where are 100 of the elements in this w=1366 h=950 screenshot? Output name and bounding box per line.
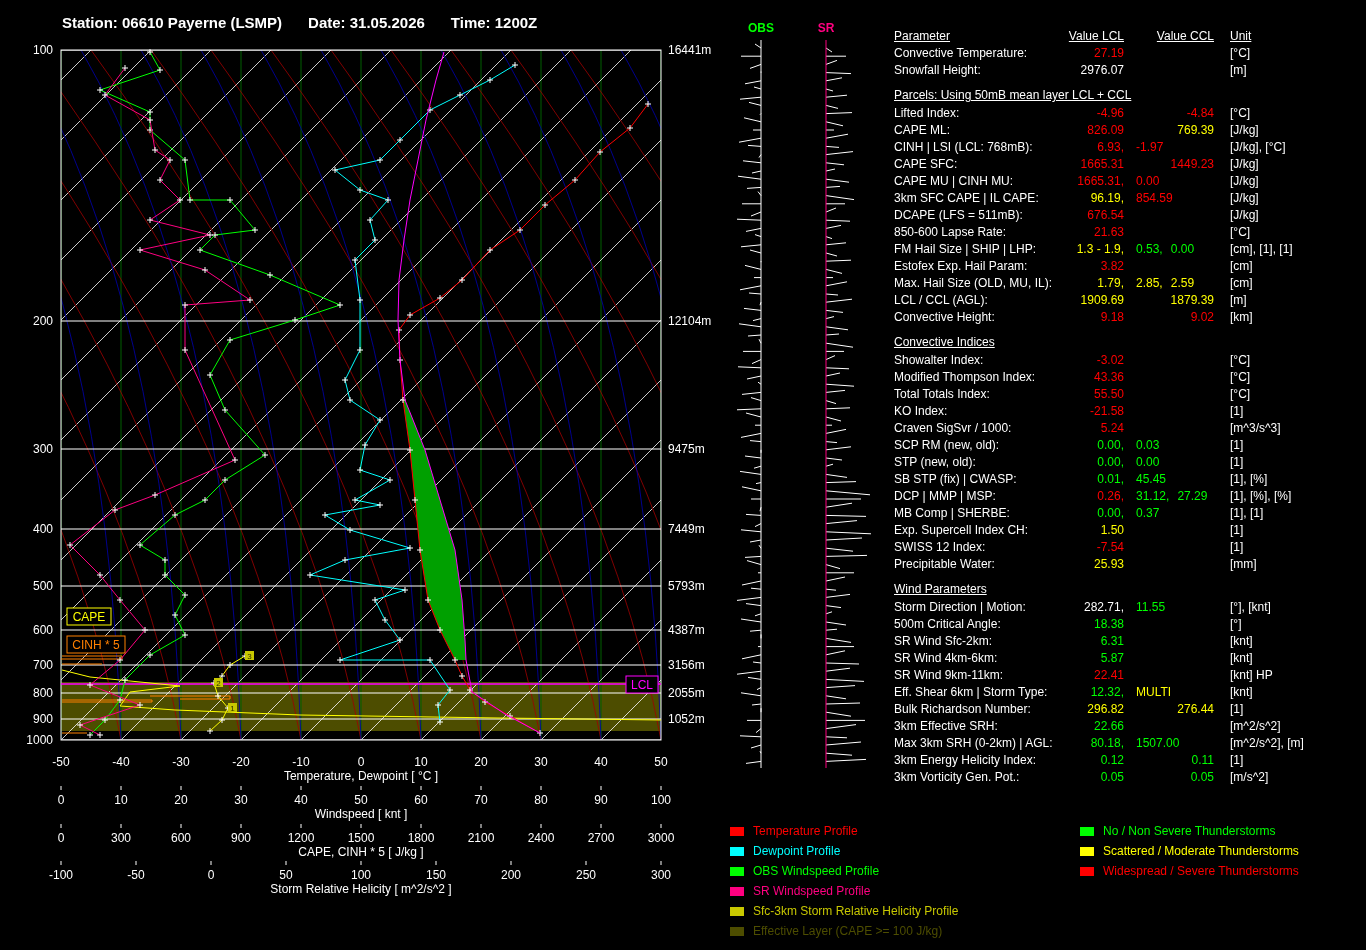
axis-tick-label: 30	[234, 793, 248, 807]
axis-tick-label: 100	[351, 868, 371, 882]
column-header: Value LCL	[1068, 28, 1124, 43]
cape-tag: CAPE	[66, 607, 112, 626]
pressure-label: 200	[32, 314, 53, 328]
parameter-label: Storm Direction | Motion:	[894, 599, 1027, 614]
unit-text: [m^2/s^2]	[1229, 718, 1282, 733]
parameter-label: FM Hail Size | SHIP | LHP:	[894, 241, 1038, 256]
axis-tick-label: 150	[426, 868, 446, 882]
value-text: 0.00	[1136, 454, 1160, 469]
value-text: 22.66	[1093, 718, 1124, 733]
axis-tick-label: 0	[57, 793, 65, 807]
pressure-label: 500	[32, 579, 53, 593]
legend-label: Dewpoint Profile	[753, 844, 841, 858]
unit-text: [m]	[1229, 62, 1248, 77]
value-text: 1665.31	[1080, 156, 1124, 171]
value-text: 2.59	[1170, 275, 1195, 290]
parameter-label: 500m Critical Angle:	[894, 616, 1002, 631]
parameter-label: CAPE MU | CINH MU:	[894, 173, 1015, 188]
axis-tick-label: 0	[207, 868, 215, 882]
value-text: 31.12,	[1136, 488, 1170, 503]
value-text: 1.50	[1100, 522, 1124, 537]
parameter-label: SWISS 12 Index:	[894, 539, 987, 554]
station-title: Station: 06610 Payerne (LSMP)	[62, 14, 283, 31]
parameter-label: LCL / CCL (AGL):	[894, 292, 989, 307]
axis-tick-label: 3000	[647, 831, 675, 845]
unit-text: [J/kg], [°C]	[1229, 139, 1287, 154]
unit-text: [cm], [1], [1]	[1229, 241, 1294, 256]
parameter-label: Eff. Shear 6km | Storm Type:	[894, 684, 1049, 699]
value-text: 0.05	[1190, 769, 1214, 784]
wind-column-label: SR	[817, 21, 835, 35]
legend-label: Scattered / Moderate Thunderstorms	[1103, 844, 1299, 858]
axis-tick-label: 2700	[587, 831, 615, 845]
section-title: Parcels: Using 50mB mean layer LCL + CCL	[894, 88, 1132, 102]
parameter-label: Convective Temperature:	[894, 45, 1029, 60]
unit-text: [knt]	[1229, 684, 1254, 699]
value-text: 0.01,	[1097, 471, 1124, 486]
unit-text: [1]	[1229, 539, 1245, 554]
unit-text: [°C]	[1229, 386, 1252, 401]
axis-title: Temperature, Dewpoint [ °C ]	[283, 769, 439, 783]
value-text: 3.82	[1100, 258, 1124, 273]
axis-tick-label: -100	[49, 868, 73, 882]
legend-label: Sfc-3km Storm Relative Helicity Profile	[753, 904, 959, 918]
parameter-label: Estofex Exp. Hail Param:	[894, 258, 1029, 273]
unit-text: [°], [knt]	[1229, 599, 1272, 614]
parameter-label: SR Wind 4km-6km:	[894, 650, 999, 665]
value-text: 0.53,	[1136, 241, 1163, 256]
parameter-label: Total Totals Index:	[894, 386, 991, 401]
value-text: 12.32,	[1090, 684, 1124, 699]
axis-tick-label: 200	[501, 868, 521, 882]
value-text: 9.18	[1100, 309, 1124, 324]
value-text: -4.96	[1096, 105, 1124, 120]
axis-tick-label: 50	[354, 793, 368, 807]
axis-tick-label: 70	[474, 793, 488, 807]
column-header: Value CCL	[1156, 28, 1214, 43]
value-text: 1909.69	[1080, 292, 1124, 307]
parameter-label: SR Wind 9km-11km:	[894, 667, 1005, 682]
height-label: 1052m	[668, 712, 705, 726]
section-title: Convective Indices	[894, 335, 995, 349]
value-text: 2976.07	[1080, 62, 1124, 77]
axis-tick-label: 90	[594, 793, 608, 807]
parameter-label: KO Index:	[894, 403, 949, 418]
axis-title: CAPE, CINH * 5 [ J/kg ]	[298, 845, 424, 859]
parameter-label: DCAPE (LFS = 511mB):	[894, 207, 1024, 222]
helicity-marker: 2	[214, 678, 223, 688]
value-text: 6.93,	[1097, 139, 1124, 154]
parameter-label: CINH | LSI (LCL: 768mB):	[894, 139, 1034, 154]
value-text: 826.09	[1087, 122, 1124, 137]
unit-text: [°C]	[1229, 352, 1252, 367]
parameter-label: STP (new, old):	[894, 454, 977, 469]
axis-tick-label: -50	[127, 868, 145, 882]
unit-text: [J/kg]	[1229, 156, 1260, 171]
value-text: 0.11	[1191, 752, 1214, 767]
axis-tick-label: 1800	[407, 831, 435, 845]
parameter-label: 850-600 Lapse Rate:	[894, 224, 1008, 239]
value-text: 0.00	[1170, 241, 1195, 256]
parameter-label: 3km Effective SRH:	[894, 718, 999, 733]
value-text: 0.00,	[1097, 454, 1124, 469]
value-text: 1.79,	[1097, 275, 1124, 290]
helicity-marker: 1	[228, 703, 237, 713]
pressure-label: 1000	[26, 733, 53, 747]
parameter-label: Precipitable Water:	[894, 556, 996, 571]
unit-text: [J/kg]	[1229, 207, 1260, 222]
value-text: 2.85,	[1136, 275, 1163, 290]
axis-tick-label: 10	[414, 755, 428, 769]
axis-tick-label: 2100	[467, 831, 495, 845]
value-text: 18.38	[1093, 616, 1124, 631]
value-text: 6.31	[1100, 633, 1124, 648]
value-text: 769.39	[1177, 122, 1214, 137]
axis-tick-label: 300	[111, 831, 131, 845]
unit-text: [mm]	[1229, 556, 1258, 571]
axis-tick-label: 80	[534, 793, 548, 807]
value-text: 0.05	[1100, 769, 1124, 784]
unit-text: [m^2/s^2], [m]	[1229, 735, 1305, 750]
axis-tick-label: 900	[231, 831, 251, 845]
parameter-label: 3km Vorticity Gen. Pot.:	[894, 769, 1021, 784]
axis-tick-label: 60	[414, 793, 428, 807]
pressure-label: 600	[32, 623, 53, 637]
value-text: -7.54	[1096, 539, 1124, 554]
value-text: 25.93	[1093, 556, 1124, 571]
